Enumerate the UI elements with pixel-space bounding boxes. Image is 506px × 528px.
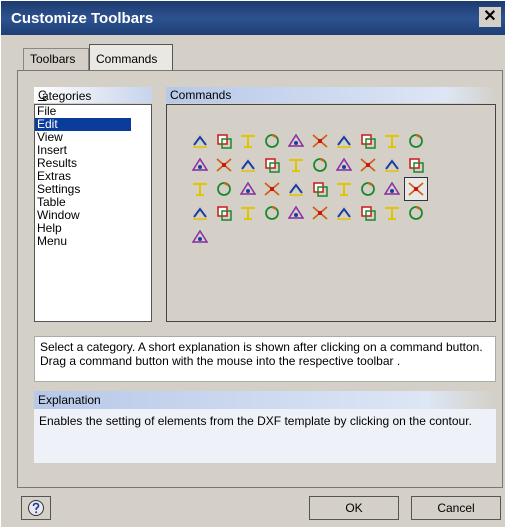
text-spacing-icon[interactable]	[261, 154, 283, 176]
cut-icon[interactable]	[213, 202, 235, 224]
commands-header: Commands	[166, 87, 496, 103]
offset-icon[interactable]	[189, 178, 211, 200]
customize-toolbars-dialog: Customize Toolbars ✕ Toolbars Commands C…	[0, 0, 506, 528]
help-text-box: Select a category. A short explanation i…	[34, 336, 496, 382]
title-bar[interactable]: Customize Toolbars ✕	[1, 1, 505, 35]
move-icon[interactable]	[189, 154, 211, 176]
tag-yellow-icon[interactable]	[333, 202, 355, 224]
ok-button[interactable]: OK	[309, 496, 399, 520]
help-button[interactable]	[21, 496, 51, 520]
redo-icon[interactable]	[213, 130, 235, 152]
dxf-template-icon[interactable]	[404, 177, 428, 201]
frame-select-icon[interactable]	[357, 130, 379, 152]
open-path-icon[interactable]	[309, 202, 331, 224]
array-icon[interactable]	[357, 178, 379, 200]
category-item-menu[interactable]: Menu	[35, 235, 151, 248]
tab-toolbars[interactable]: Toolbars	[23, 48, 89, 70]
tag-text-icon[interactable]	[405, 202, 427, 224]
center-icon[interactable]	[309, 154, 331, 176]
circle-array-icon[interactable]	[381, 178, 403, 200]
commands-area	[166, 104, 496, 322]
categories-header: Categories	[34, 87, 152, 103]
new-element-icon[interactable]	[285, 130, 307, 152]
extend-icon[interactable]	[357, 154, 379, 176]
explanation-text: Enables the setting of elements from the…	[39, 414, 472, 428]
distribute-icon[interactable]	[405, 154, 427, 176]
tab-commands[interactable]: Commands	[89, 44, 173, 71]
mirror-icon[interactable]	[333, 130, 355, 152]
break-icon[interactable]	[213, 178, 235, 200]
undo-icon[interactable]	[189, 130, 211, 152]
rotate-icon[interactable]	[285, 154, 307, 176]
properties-icon[interactable]	[189, 202, 211, 224]
extract-icon[interactable]	[237, 154, 259, 176]
explanation-box: Enables the setting of elements from the…	[34, 409, 496, 463]
paste-icon[interactable]	[261, 130, 283, 152]
edit-shape-icon[interactable]	[381, 130, 403, 152]
categories-label: Categories	[38, 88, 92, 103]
intersect-icon[interactable]	[381, 154, 403, 176]
explanation-label: Explanation	[38, 393, 101, 407]
close-button[interactable]: ✕	[479, 7, 501, 27]
duplicate-icon[interactable]	[309, 130, 331, 152]
tag-yellow-alt-icon[interactable]	[357, 202, 379, 224]
chamfer-icon[interactable]	[285, 178, 307, 200]
commands-label: Commands	[170, 88, 232, 102]
explanation-header: Explanation	[34, 391, 496, 409]
command-icon-grid	[189, 130, 429, 250]
cut-stop-icon[interactable]	[285, 202, 307, 224]
trim-icon[interactable]	[237, 178, 259, 200]
categories-list[interactable]: File Edit View Insert Results Extras Settings T…	[34, 104, 152, 322]
split-icon[interactable]	[309, 178, 331, 200]
join-icon[interactable]	[261, 178, 283, 200]
window-title: Customize Toolbars	[11, 10, 154, 27]
grid-insert-icon[interactable]	[333, 178, 355, 200]
text-a-icon[interactable]	[381, 202, 403, 224]
cut-mark-icon[interactable]	[237, 202, 259, 224]
insert-node-icon[interactable]	[405, 130, 427, 152]
cut-text-icon[interactable]	[189, 226, 211, 248]
copy-icon[interactable]	[237, 130, 259, 152]
help-icon	[28, 500, 44, 516]
help-text: Select a category. A short explanation i…	[40, 340, 483, 368]
align-icon[interactable]	[333, 154, 355, 176]
cancel-button[interactable]: Cancel	[411, 496, 501, 520]
import-icon[interactable]	[213, 154, 235, 176]
cut-mark-alt-icon[interactable]	[261, 202, 283, 224]
